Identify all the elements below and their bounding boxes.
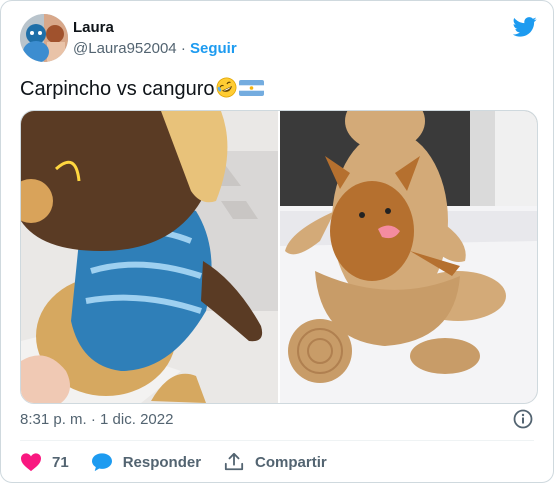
divider xyxy=(20,440,534,441)
display-name[interactable]: Laura xyxy=(73,19,114,36)
argentina-flag-emoji xyxy=(238,80,264,96)
heart-icon xyxy=(21,453,41,472)
timestamp-separator: · xyxy=(90,411,96,428)
share-button[interactable]: Compartir xyxy=(223,452,327,472)
reply-button[interactable]: Responder xyxy=(91,452,201,472)
share-icon xyxy=(224,452,244,471)
tweet-text-row: Carpincho vs canguro xyxy=(20,77,264,101)
like-button[interactable]: 71 xyxy=(20,452,69,472)
action-bar: 71 Responder Compartir xyxy=(20,451,349,473)
twitter-bird-icon[interactable] xyxy=(513,17,537,37)
tweet-timestamp[interactable]: 8:31 p. m. · 1 dic. 2022 xyxy=(20,411,173,428)
rolling-on-floor-laughing-emoji xyxy=(216,77,236,98)
photo-capybara-amigurumi[interactable] xyxy=(21,111,278,403)
like-count: 71 xyxy=(52,453,69,471)
follow-button[interactable]: Seguir xyxy=(190,40,237,57)
tweet-media[interactable] xyxy=(20,110,538,404)
share-label: Compartir xyxy=(255,453,327,471)
handle-separator: · xyxy=(180,40,186,57)
speech-bubble-icon xyxy=(91,453,112,472)
info-icon[interactable] xyxy=(513,409,533,429)
tweet-card: Laura @Laura952004 · Seguir Carpincho vs… xyxy=(0,0,554,483)
reply-label: Responder xyxy=(122,453,202,471)
tweet-time: 8:31 p. m. xyxy=(20,411,87,428)
tweet-date: 1 dic. 2022 xyxy=(100,411,174,428)
avatar[interactable] xyxy=(20,14,68,62)
user-handle-row: @Laura952004 · Seguir xyxy=(73,40,237,57)
tweet-text: Carpincho vs canguro xyxy=(20,78,215,100)
user-handle[interactable]: @Laura952004 xyxy=(73,40,177,57)
photo-kangaroo-amigurumi[interactable] xyxy=(280,111,537,403)
